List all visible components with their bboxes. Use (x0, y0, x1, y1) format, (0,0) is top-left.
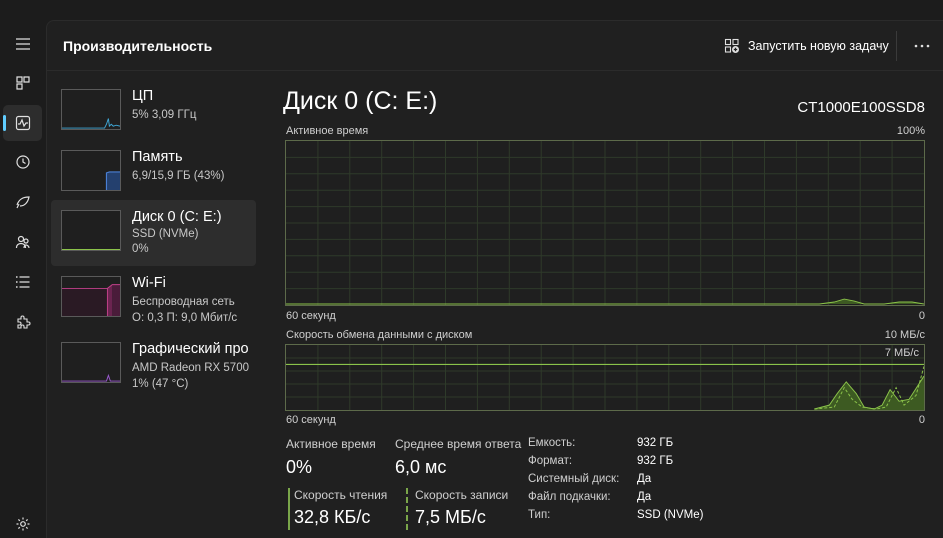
nav-details[interactable] (3, 264, 42, 300)
page-header: Производительность Запустить новую задач… (47, 21, 943, 71)
active-time-label: Активное время (286, 437, 376, 451)
services-puzzle-icon (16, 315, 30, 329)
prop-system-disk-value: Да (637, 473, 652, 485)
details-list-icon (15, 276, 29, 288)
read-speed-label: Скорость чтения (294, 488, 388, 502)
gear-icon (16, 517, 29, 531)
device-title: Память (132, 149, 183, 165)
gpu-thumbnail (61, 342, 121, 383)
device-title: ЦП (132, 88, 154, 104)
device-item-wifi[interactable]: Wi-Fi Беспроводная сеть О: 0,3 П: 9,0 Мб… (51, 266, 256, 332)
device-item-cpu[interactable]: ЦП 5% 3,09 ГГц (51, 79, 256, 145)
prop-type-key: Тип: (528, 509, 551, 521)
header-divider (896, 31, 897, 61)
device-usage: О: 0,3 П: 9,0 Мбит/с (132, 312, 238, 324)
cpu-thumbnail (61, 89, 121, 130)
device-subtitle: Беспроводная сеть (132, 296, 235, 308)
device-title: Графический про (132, 341, 249, 357)
title-bar-strip (0, 0, 943, 20)
nav-performance[interactable] (3, 105, 42, 141)
prop-format-key: Формат: (528, 455, 573, 467)
nav-settings[interactable] (3, 506, 42, 538)
disk-model: CT1000E100SSD8 (797, 99, 925, 116)
new-task-icon (724, 38, 739, 53)
avg-response-value: 6,0 мс (395, 457, 447, 477)
active-time-value: 0% (286, 457, 313, 477)
nav-users[interactable] (3, 224, 42, 260)
disk-title: Диск 0 (C: E:) (283, 87, 438, 115)
startup-icon (15, 196, 30, 209)
device-subtitle: AMD Radeon RX 5700 (132, 362, 249, 374)
transfer-graph-ref: 7 МБ/с (884, 347, 919, 359)
memory-thumbnail (61, 150, 121, 191)
device-item-gpu[interactable]: Графический про AMD Radeon RX 5700 1% (4… (51, 332, 256, 398)
active-time-graph (285, 140, 925, 306)
more-options-button[interactable] (909, 34, 935, 58)
hamburger-menu-button[interactable] (3, 26, 42, 62)
nav-app-history[interactable] (3, 144, 42, 180)
page-title: Производительность (63, 38, 213, 54)
transfer-graph-min: 0 (918, 414, 925, 426)
more-dots-icon (914, 44, 930, 48)
users-icon (15, 235, 30, 249)
processes-icon (15, 76, 30, 90)
device-subtitle: 5% 3,09 ГГц (132, 109, 197, 121)
active-time-graph-min: 0 (918, 310, 925, 322)
device-subtitle: SSD (NVMe) (132, 228, 199, 240)
active-time-graph-label: Активное время (286, 125, 369, 137)
wifi-thumbnail (61, 276, 121, 317)
prop-pagefile-key: Файл подкачки: (528, 491, 611, 503)
device-usage: 1% (47 °C) (132, 378, 189, 390)
avg-response-label: Среднее время ответа (395, 437, 522, 451)
run-new-task-button[interactable]: Запустить новую задачу (724, 35, 889, 57)
write-speed-indicator (406, 488, 408, 530)
history-icon (15, 155, 30, 169)
write-speed-value: 7,5 МБ/с (415, 507, 486, 527)
prop-type-value: SSD (NVMe) (637, 509, 704, 521)
transfer-graph-time: 60 секунд (286, 414, 336, 426)
transfer-graph-max: 10 МБ/с (884, 329, 925, 341)
hamburger-icon (15, 38, 30, 50)
nav-rail (0, 20, 46, 538)
performance-icon (15, 115, 30, 131)
prop-format-value: 932 ГБ (637, 455, 674, 467)
device-title: Диск 0 (C: E:) (132, 209, 222, 225)
transfer-rate-graph (285, 344, 925, 411)
prop-capacity-key: Емкость: (528, 437, 576, 449)
device-usage: 0% (132, 243, 149, 255)
prop-capacity-value: 932 ГБ (637, 437, 674, 449)
main-panel: Производительность Запустить новую задач… (46, 20, 943, 538)
nav-processes[interactable] (3, 65, 42, 101)
read-speed-value: 32,8 КБ/с (294, 507, 371, 527)
prop-system-disk-key: Системный диск: (528, 473, 620, 485)
device-subtitle: 6,9/15,9 ГБ (43%) (132, 170, 225, 182)
device-title: Wi-Fi (132, 275, 166, 291)
active-time-graph-max: 100% (896, 125, 925, 137)
active-time-graph-time: 60 секунд (286, 310, 336, 322)
transfer-graph-label: Скорость обмена данными с диском (286, 329, 473, 341)
disk-thumbnail (61, 210, 121, 251)
nav-services[interactable] (3, 304, 42, 340)
prop-pagefile-value: Да (637, 491, 652, 503)
device-item-memory[interactable]: Память 6,9/15,9 ГБ (43%) (51, 140, 256, 206)
run-new-task-label: Запустить новую задачу (748, 39, 889, 53)
read-speed-indicator (288, 488, 290, 530)
device-item-disk0[interactable]: Диск 0 (C: E:) SSD (NVMe) 0% (51, 200, 256, 266)
write-speed-label: Скорость записи (415, 488, 509, 502)
nav-startup[interactable] (3, 184, 42, 220)
